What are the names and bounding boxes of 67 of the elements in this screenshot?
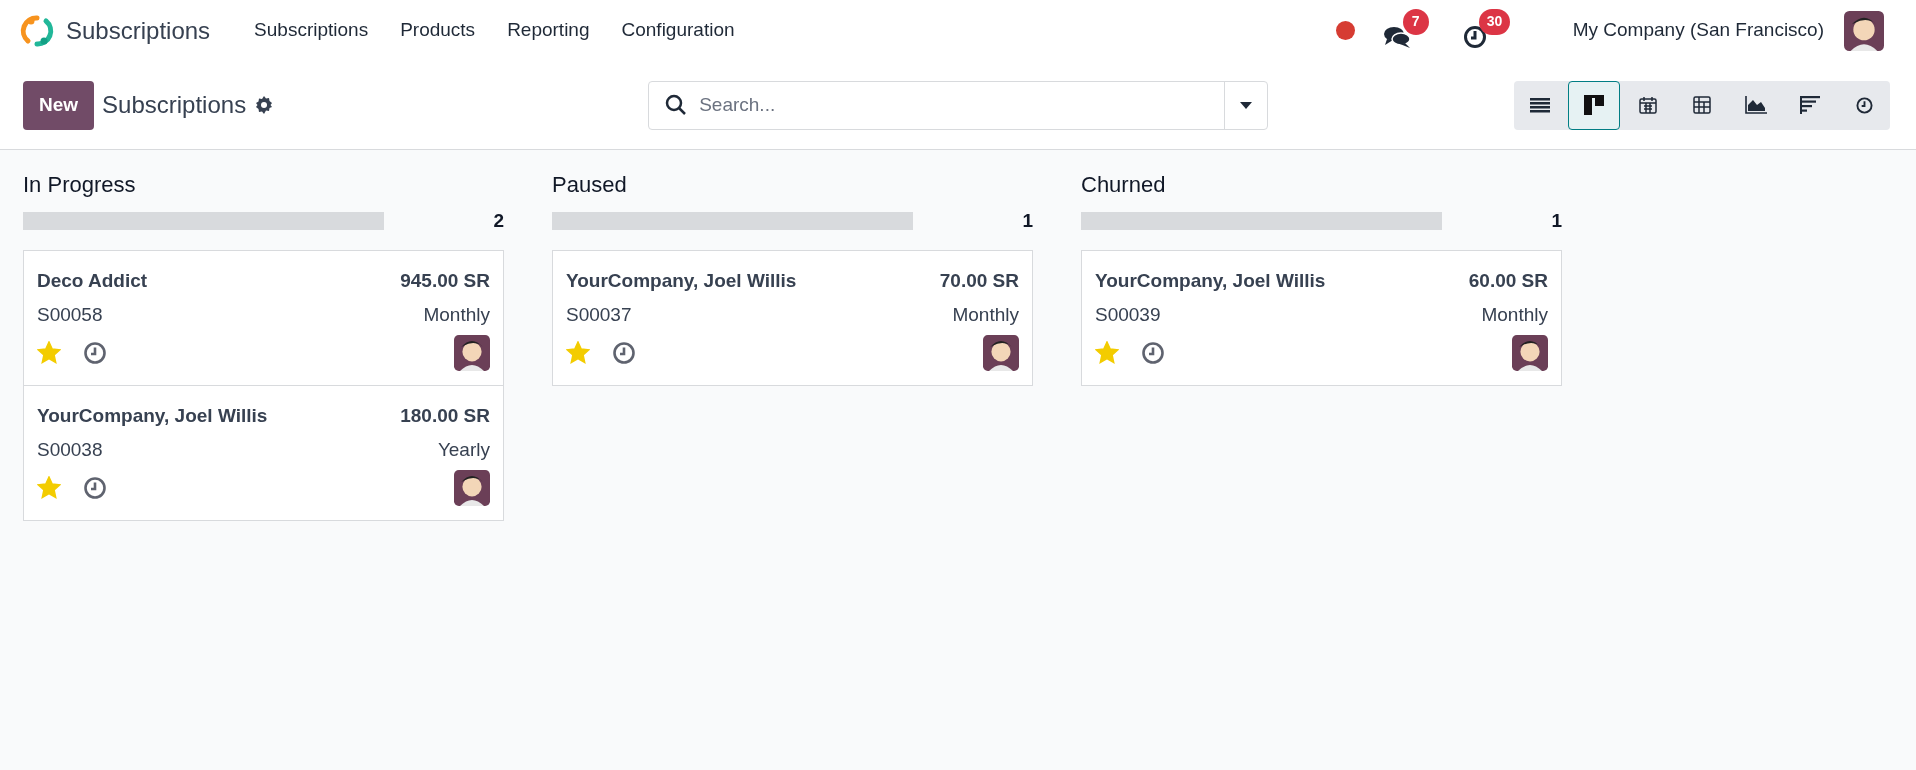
clock-icon[interactable] (83, 475, 107, 500)
column-title: Churned (1081, 171, 1167, 199)
clock-icon[interactable] (83, 340, 107, 365)
subscription-reference: S00039 (1095, 303, 1161, 327)
star-icon[interactable] (1095, 341, 1119, 364)
amount: 60.00 SR (1468, 268, 1548, 293)
avatar-icon (454, 469, 490, 506)
message-count-badge: 7 (1402, 8, 1429, 35)
customer-name: Deco Addict (37, 268, 148, 293)
amount: 180.00 SR (400, 403, 490, 428)
menu-item[interactable]: Products (384, 16, 492, 45)
column-title: Paused (552, 171, 628, 199)
company-switcher[interactable]: My Company (San Francisco) (1572, 16, 1824, 45)
record-count: 1 (1022, 209, 1033, 233)
avatar-icon (1512, 334, 1548, 371)
search-input[interactable]: Search... (699, 90, 1225, 120)
amount: 70.00 SR (939, 268, 1019, 293)
avatar-icon (454, 334, 490, 371)
star-icon[interactable] (566, 341, 590, 364)
subscription-card[interactable]: YourCompany, Joel Willis 180.00 SR S00038 Yearly (23, 384, 504, 521)
customer-name: YourCompany, Joel Willis (566, 268, 797, 293)
new-button[interactable]: New (23, 80, 95, 130)
recurrence: Monthly (952, 303, 1019, 327)
calendar-view-icon (1639, 96, 1657, 114)
clock-icon[interactable] (612, 340, 636, 365)
subscription-card[interactable]: Deco Addict 945.00 SR S00058 Monthly (23, 249, 504, 386)
subscription-reference: S00038 (37, 438, 103, 462)
kanban-view-icon (1584, 95, 1604, 115)
clock-icon[interactable] (1141, 340, 1165, 365)
search-field[interactable]: Search... (648, 80, 1269, 130)
caret-icon (1240, 101, 1253, 109)
menu-item[interactable]: Subscriptions (238, 16, 385, 45)
settings-icon[interactable] (254, 95, 275, 115)
clock-icon (1462, 24, 1487, 49)
recurrence: Yearly (437, 438, 490, 462)
chat-bubbles-icon (1382, 24, 1411, 49)
customer-name: YourCompany, Joel Willis (1095, 268, 1326, 293)
recurrence: Monthly (423, 303, 490, 327)
star-icon[interactable] (37, 341, 61, 364)
recurrence: Monthly (1481, 303, 1548, 327)
list-view-icon (1530, 97, 1550, 113)
record-count: 1 (1551, 209, 1562, 233)
subscription-card[interactable]: YourCompany, Joel Willis 70.00 SR S00037 Monthly (552, 249, 1033, 386)
activities-button[interactable]: 30 (1462, 8, 1517, 53)
page-title: Subscriptions (102, 90, 247, 120)
subscription-reference: S00037 (566, 303, 632, 327)
messages-button[interactable]: 7 (1382, 8, 1431, 53)
avatar-icon (1844, 10, 1884, 51)
view-switch-button[interactable] (1568, 80, 1620, 130)
area-chart-icon (1745, 96, 1767, 114)
bars-view-icon (1800, 96, 1820, 114)
subscription-card[interactable]: YourCompany, Joel Willis 60.00 SR S00039 Monthly (1081, 249, 1562, 386)
star-icon[interactable] (37, 476, 61, 499)
activity-count-badge: 30 (1478, 8, 1511, 35)
app-name[interactable]: Subscriptions (66, 12, 211, 49)
app-logo-icon (20, 13, 54, 48)
avatar-icon (983, 334, 1019, 371)
subscription-reference: S00058 (37, 303, 103, 327)
menu-item[interactable]: Reporting (491, 16, 606, 45)
record-count: 2 (493, 209, 504, 233)
column-title: In Progress (23, 171, 137, 199)
customer-name: YourCompany, Joel Willis (37, 403, 268, 428)
table-view-icon (1693, 96, 1711, 114)
clock-icon (1855, 96, 1873, 114)
search-icon (665, 94, 688, 116)
menu-item[interactable]: Configuration (605, 16, 751, 45)
amount: 945.00 SR (400, 268, 490, 293)
